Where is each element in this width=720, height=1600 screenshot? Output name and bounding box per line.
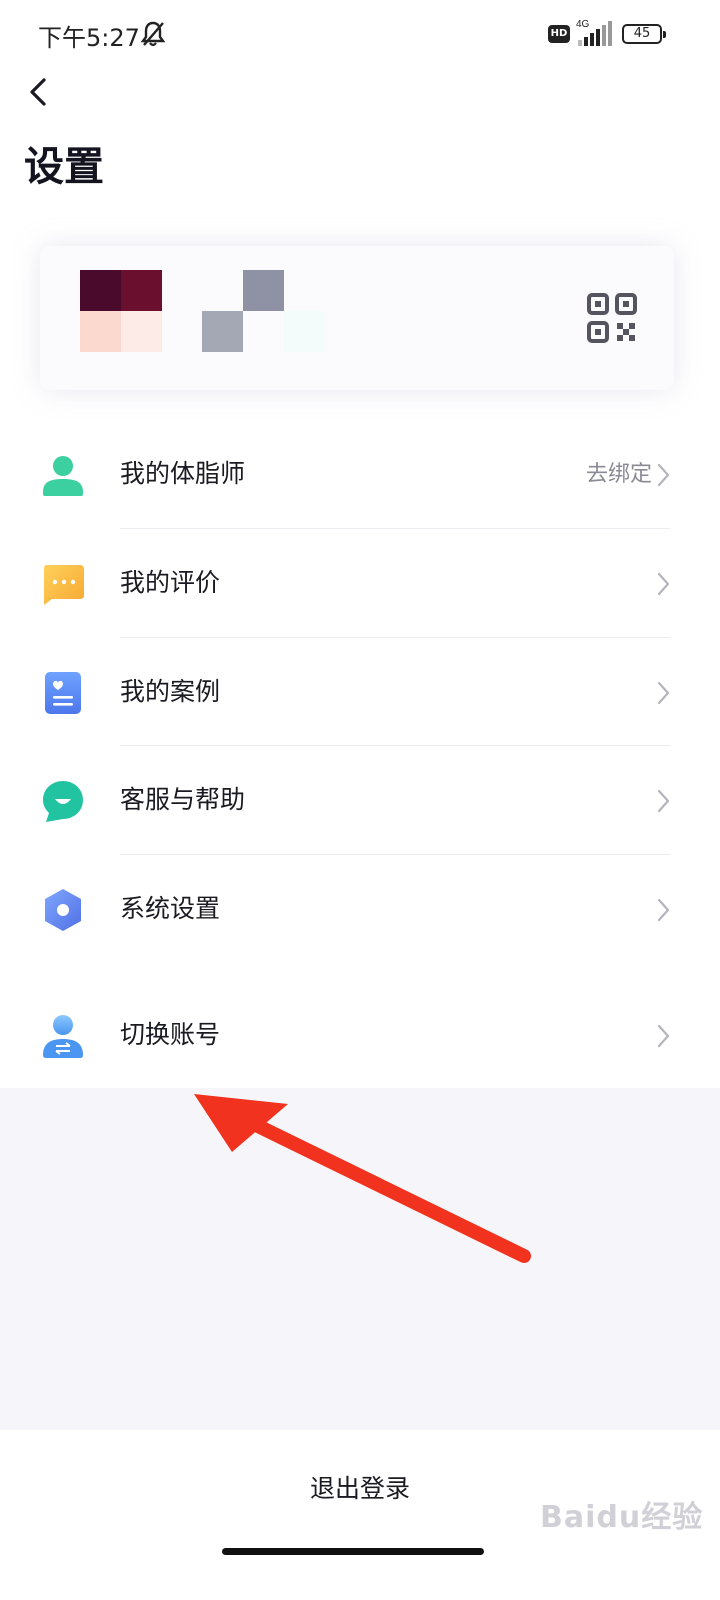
chevron-right-icon — [657, 572, 670, 596]
bind-link[interactable]: 去绑定 — [586, 460, 652, 490]
home-indicator[interactable] — [222, 1548, 484, 1555]
chevron-right-icon — [657, 681, 670, 705]
menu-item-my-reviews[interactable]: 我的评价 — [0, 529, 720, 637]
battery-icon: 45 — [622, 24, 666, 44]
menu-item-label: 我的体脂师 — [120, 459, 246, 488]
person-icon — [43, 456, 83, 496]
chevron-left-icon[interactable] — [22, 74, 58, 110]
hexagon-gear-icon — [45, 889, 81, 931]
page-title: 设置 — [24, 144, 104, 190]
switch-user-icon — [43, 1015, 83, 1058]
watermark: Baidu经验 — [540, 1500, 704, 1535]
menu-item-label: 系统设置 — [120, 894, 221, 923]
chevron-right-icon — [657, 789, 670, 813]
menu-item-label: 客服与帮助 — [120, 785, 246, 814]
case-card-icon — [45, 672, 81, 714]
chevron-right-icon — [657, 1024, 670, 1048]
signal-icon: 4G — [576, 19, 612, 46]
logout-panel: 退出登录 Baidu经验 — [0, 1430, 720, 1600]
menu-item-customer-service[interactable]: 客服与帮助 — [0, 746, 720, 854]
svg-text:4G: 4G — [576, 19, 590, 30]
bell-off-icon — [140, 21, 166, 47]
menu-item-switch-account[interactable]: 切换账号 — [0, 981, 720, 1089]
menu-item-label: 我的案例 — [120, 677, 221, 706]
chat-bubble-icon — [44, 565, 84, 605]
avatar[interactable] — [80, 270, 162, 352]
hd-icon: HD — [548, 25, 570, 43]
service-chat-icon — [43, 781, 83, 822]
user-name — [202, 270, 326, 352]
annotation-arrow-icon — [194, 1094, 531, 1263]
profile-card[interactable] — [40, 246, 674, 390]
menu-item-label: 我的评价 — [120, 568, 221, 597]
menu-item-body-fat-coach[interactable]: 我的体脂师 去绑定 — [0, 420, 720, 528]
status-time: 下午5:27 — [38, 24, 140, 52]
status-bar: 下午5:27 HD 4G 45 — [0, 0, 720, 68]
menu-item-label: 切换账号 — [120, 1020, 221, 1049]
chevron-right-icon — [657, 463, 670, 487]
qr-code-icon[interactable] — [586, 292, 638, 344]
chevron-right-icon — [657, 898, 670, 922]
menu-item-my-cases[interactable]: 我的案例 — [0, 638, 720, 746]
menu-item-system-settings[interactable]: 系统设置 — [0, 855, 720, 963]
